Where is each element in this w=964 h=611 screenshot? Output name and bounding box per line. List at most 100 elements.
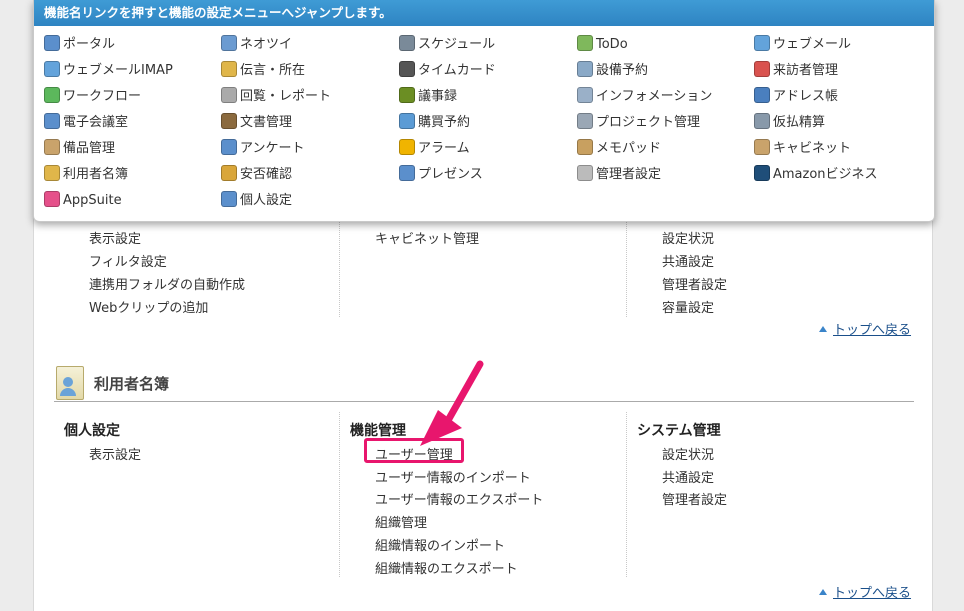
prev-link-folder-auto[interactable]: 連携用フォルダの自動作成	[89, 274, 245, 293]
menu-item-presence[interactable]: プレゼンス	[399, 165, 483, 185]
equipment-icon	[44, 139, 60, 155]
menu-item-amazon[interactable]: Amazonビジネス	[754, 165, 878, 185]
prev-col-personal: 表示設定 フィルタ設定 連携用フォルダの自動作成 Webクリップの追加	[34, 221, 340, 317]
menu-item-cabinet[interactable]: キャビネット	[754, 139, 851, 159]
menu-item-personal-settings[interactable]: 個人設定	[221, 191, 292, 211]
menu-item-label: 安否確認	[240, 167, 293, 182]
heading-system-admin: システム管理	[637, 423, 721, 439]
menu-item-label: アンケート	[240, 141, 305, 156]
purchase-icon	[399, 113, 415, 129]
menu-item-document[interactable]: 文書管理	[221, 113, 292, 133]
address-book-icon	[754, 87, 770, 103]
menu-header: 機能名リンクを押すと機能の設定メニューへジャンプします。	[34, 0, 934, 26]
menu-item-label: スケジュール	[418, 37, 496, 52]
menu-item-label: 利用者名簿	[63, 167, 129, 182]
visitor-icon	[754, 61, 770, 77]
menu-item-user-directory[interactable]: 利用者名簿	[44, 165, 128, 185]
menu-item-purchase[interactable]: 購買予約	[399, 113, 470, 133]
link-display-settings[interactable]: 表示設定	[89, 444, 141, 463]
prev-link-admin[interactable]: 管理者設定	[662, 274, 727, 293]
menu-item-facility[interactable]: 設備予約	[577, 61, 648, 81]
menu-item-label: 回覧・レポート	[240, 89, 332, 104]
menu-item-survey[interactable]: アンケート	[221, 139, 304, 159]
menu-item-information[interactable]: インフォメーション	[577, 87, 712, 107]
link-common-settings[interactable]: 共通設定	[662, 467, 714, 486]
prev-link-display[interactable]: 表示設定	[89, 228, 141, 247]
user-directory-icon	[44, 165, 60, 181]
link-org-export[interactable]: 組織情報のエクスポート	[375, 558, 518, 577]
menu-item-safety[interactable]: 安否確認	[221, 165, 292, 185]
feature-menu-dropdown: 機能名リンクを押すと機能の設定メニューへジャンプします。 ポータル ネオツイ スケジ…	[33, 0, 935, 222]
menu-item-label: ワークフロー	[63, 89, 142, 104]
menu-item-label: 来訪者管理	[773, 63, 839, 78]
menu-item-appsuite[interactable]: AppSuite	[44, 191, 122, 211]
prev-link-common[interactable]: 共通設定	[662, 251, 714, 270]
annotation-arrow	[420, 360, 484, 446]
menu-item-workflow[interactable]: ワークフロー	[44, 87, 141, 107]
menu-item-todo[interactable]: ToDo	[577, 35, 628, 55]
project-icon	[577, 113, 593, 129]
memopad-icon	[577, 139, 593, 155]
menu-item-message[interactable]: 伝言・所在	[221, 61, 305, 81]
presence-icon	[399, 165, 415, 181]
menu-item-visitor[interactable]: 来訪者管理	[754, 61, 838, 81]
menu-item-minutes[interactable]: 議事録	[399, 87, 457, 107]
prev-link-capacity[interactable]: 容量設定	[662, 297, 714, 316]
menu-item-label: 仮払精算	[773, 115, 826, 130]
menu-item-label: プロジェクト管理	[596, 115, 701, 130]
section-title: 利用者名簿	[94, 375, 170, 393]
information-icon	[577, 87, 593, 103]
expense-icon	[754, 113, 770, 129]
neotwi-icon	[221, 35, 237, 51]
back-to-top-link-1[interactable]: トップへ戻る	[819, 319, 911, 338]
menu-item-portal[interactable]: ポータル	[44, 35, 115, 55]
link-org-management[interactable]: 組織管理	[375, 512, 427, 531]
safety-icon	[221, 165, 237, 181]
col-system-admin: システム管理 設定状況 共通設定 管理者設定	[626, 412, 906, 577]
menu-item-circular[interactable]: 回覧・レポート	[221, 87, 331, 107]
menu-item-label: プレゼンス	[418, 167, 483, 182]
menu-item-project[interactable]: プロジェクト管理	[577, 113, 700, 133]
amazon-icon	[754, 165, 770, 181]
col-personal-settings: 個人設定 表示設定	[54, 412, 340, 577]
portal-icon	[44, 35, 60, 51]
menu-item-label: ウェブメール	[773, 37, 852, 52]
back-to-top-link-2[interactable]: トップへ戻る	[819, 582, 911, 601]
menu-item-expense[interactable]: 仮払精算	[754, 113, 825, 133]
prev-link-status[interactable]: 設定状況	[662, 228, 714, 247]
up-triangle-icon	[819, 326, 827, 332]
menu-item-equipment[interactable]: 備品管理	[44, 139, 115, 159]
prev-link-cabinet-admin[interactable]: キャビネット管理	[375, 228, 479, 247]
menu-item-webmail-imap[interactable]: ウェブメールIMAP	[44, 61, 173, 81]
link-setting-status[interactable]: 設定状況	[662, 444, 714, 463]
menu-item-alarm[interactable]: アラーム	[399, 139, 470, 159]
link-user-export[interactable]: ユーザー情報のエクスポート	[375, 489, 543, 508]
facility-icon	[577, 61, 593, 77]
survey-icon	[221, 139, 237, 155]
menu-item-webmail[interactable]: ウェブメール	[754, 35, 851, 55]
appsuite-icon	[44, 191, 60, 207]
link-user-import[interactable]: ユーザー情報のインポート	[375, 467, 531, 486]
menu-item-neotwi[interactable]: ネオツイ	[221, 35, 292, 55]
menu-item-forum[interactable]: 電子会議室	[44, 113, 128, 133]
menu-item-label: Amazonビジネス	[773, 167, 878, 182]
prev-link-webclip[interactable]: Webクリップの追加	[89, 297, 208, 316]
circular-icon	[221, 87, 237, 103]
menu-item-memopad[interactable]: メモパッド	[577, 139, 661, 159]
menu-item-timecard[interactable]: タイムカード	[399, 61, 496, 81]
menu-item-admin-settings[interactable]: 管理者設定	[577, 165, 661, 185]
menu-item-label: AppSuite	[63, 193, 122, 208]
up-triangle-icon	[819, 589, 827, 595]
admin-settings-icon	[577, 165, 593, 181]
prev-link-filter[interactable]: フィルタ設定	[89, 251, 167, 270]
link-org-import[interactable]: 組織情報のインポート	[375, 535, 505, 554]
webmail-imap-icon	[44, 61, 60, 77]
cabinet-icon	[754, 139, 770, 155]
workflow-icon	[44, 87, 60, 103]
menu-item-address-book[interactable]: アドレス帳	[754, 87, 838, 107]
menu-item-label: キャビネット	[773, 141, 852, 156]
menu-item-schedule[interactable]: スケジュール	[399, 35, 495, 55]
link-admin-settings[interactable]: 管理者設定	[662, 489, 727, 508]
heading-personal-settings: 個人設定	[64, 423, 120, 439]
menu-item-label: 管理者設定	[596, 167, 662, 182]
